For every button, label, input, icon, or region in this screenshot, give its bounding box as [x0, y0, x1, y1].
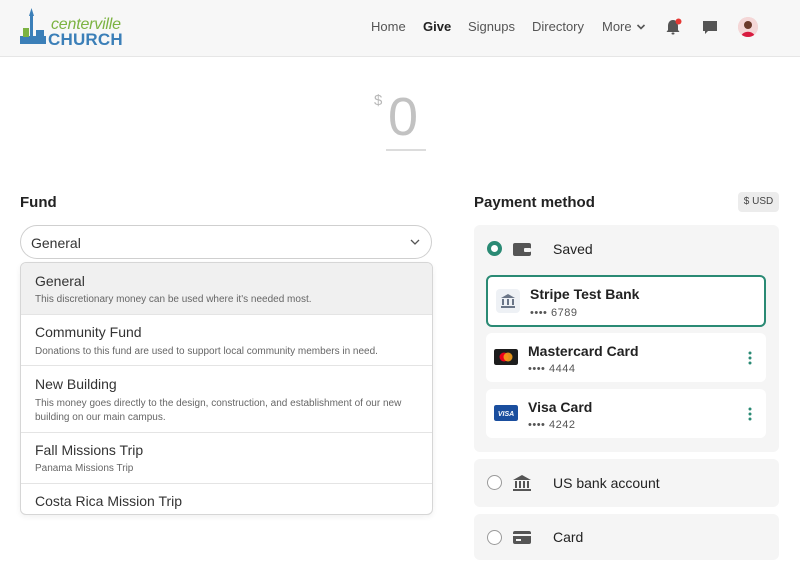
donation-amount[interactable]: $ 0 — [374, 87, 428, 152]
bank-icon — [513, 475, 531, 491]
fund-option-title: Community Fund — [35, 324, 142, 340]
payment-title: Payment method — [474, 194, 595, 211]
fund-option-fall-missions[interactable]: Fall Missions Trip Panama Missions Trip — [21, 433, 432, 484]
mastercard-icon — [494, 349, 518, 365]
svg-text:VISA: VISA — [498, 411, 514, 418]
fund-option-general[interactable]: General This discretionary money can be … — [21, 263, 432, 315]
nav-signups[interactable]: Signups — [468, 19, 515, 34]
fund-option-title: Costa Rica Mission Trip — [35, 493, 183, 509]
nav-give[interactable]: Give — [423, 19, 451, 34]
saved-method-stripe-bank[interactable]: Stripe Test Bank •••• 6789 — [486, 275, 766, 327]
saved-method-number: •••• 6789 — [530, 307, 578, 319]
user-avatar[interactable] — [738, 17, 758, 37]
amount-underline — [386, 149, 426, 151]
fund-option-description: This discretionary money can be used whe… — [35, 294, 312, 305]
fund-option-title: Fall Missions Trip — [35, 442, 144, 458]
currency-badge[interactable]: $ USD — [738, 192, 779, 212]
us-bank-label: US bank account — [553, 475, 660, 491]
church-logo-icon — [20, 8, 46, 44]
more-options-icon[interactable] — [748, 351, 752, 365]
bell-icon[interactable] — [663, 17, 683, 37]
nav-more-label: More — [602, 19, 632, 34]
church-logo[interactable]: centerville CHURCH — [18, 6, 123, 49]
nav-more[interactable]: More — [602, 19, 646, 34]
fund-option-new-building[interactable]: New Building This money goes directly to… — [21, 366, 432, 433]
saved-method-name: Stripe Test Bank — [530, 286, 640, 302]
fund-option-description: Donations to this fund are used to suppo… — [35, 346, 378, 357]
nav-directory[interactable]: Directory — [532, 19, 584, 34]
chevron-down-icon — [410, 239, 420, 245]
wallet-icon — [513, 243, 531, 256]
more-options-icon[interactable] — [748, 407, 752, 421]
fund-option-description: This money goes directly to the design, … — [35, 398, 402, 423]
saved-method-name: Mastercard Card — [528, 343, 639, 359]
nav-home[interactable]: Home — [371, 19, 406, 34]
card-label: Card — [553, 529, 584, 545]
fund-select[interactable]: General — [20, 225, 432, 259]
saved-radio[interactable] — [487, 241, 502, 256]
fund-option-costa-rica[interactable]: Costa Rica Mission Trip — [21, 484, 432, 514]
top-nav-bar: centerville CHURCH Home Give Signups Dir… — [0, 0, 800, 57]
amount-value[interactable]: 0 — [388, 86, 418, 148]
saved-method-visa[interactable]: VISA Visa Card •••• 4242 — [486, 389, 766, 438]
saved-method-name: Visa Card — [528, 399, 593, 415]
card-option[interactable]: Card — [474, 514, 779, 560]
saved-label: Saved — [553, 241, 593, 257]
visa-icon: VISA — [494, 405, 518, 421]
chevron-down-icon — [636, 23, 645, 30]
us-bank-radio[interactable] — [487, 475, 502, 490]
credit-card-icon — [513, 531, 531, 544]
logo-text-bottom: CHURCH — [48, 30, 123, 49]
us-bank-account-option[interactable]: US bank account — [474, 459, 779, 507]
avatar-image — [738, 17, 758, 37]
fund-title: Fund — [20, 194, 57, 211]
saved-method-number: •••• 4242 — [528, 419, 576, 431]
saved-method-number: •••• 4444 — [528, 363, 576, 375]
card-radio[interactable] — [487, 530, 502, 545]
amount-currency-symbol: $ — [374, 92, 383, 109]
fund-select-value: General — [31, 235, 81, 251]
fund-option-community[interactable]: Community Fund Donations to this fund ar… — [21, 315, 432, 366]
fund-option-description: Panama Missions Trip — [35, 463, 134, 474]
fund-dropdown: General This discretionary money can be … — [20, 262, 433, 515]
fund-option-title: General — [35, 273, 85, 289]
fund-option-title: New Building — [35, 376, 117, 392]
saved-method-mastercard[interactable]: Mastercard Card •••• 4444 — [486, 333, 766, 382]
chat-icon[interactable] — [700, 17, 720, 37]
bank-icon — [496, 289, 520, 313]
